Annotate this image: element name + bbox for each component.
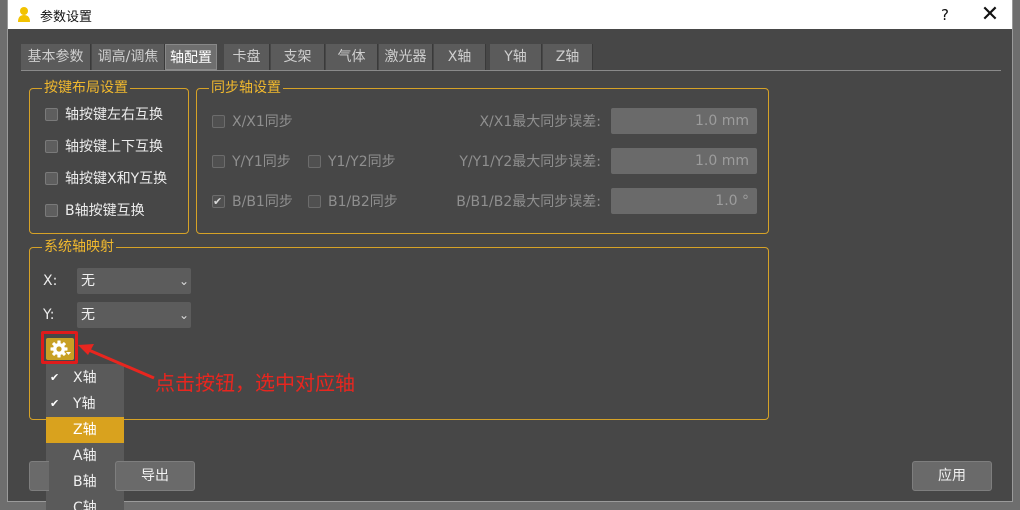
tab-y-axis[interactable]: Y轴 (490, 44, 542, 70)
annotation-text: 点击按钮，选中对应轴 (155, 371, 355, 395)
app-icon (18, 7, 30, 22)
y-map-label: Y: (43, 307, 55, 323)
sync-x-x1-option[interactable]: X/X1同步 (212, 112, 293, 132)
tab-chuck[interactable]: 卡盘 (224, 44, 270, 70)
checkbox[interactable] (212, 115, 225, 128)
sync-b-b1-option[interactable]: B/B1同步 (212, 192, 293, 212)
x-sync-error-input[interactable]: 1.0 mm (611, 108, 757, 134)
checkbox-checked[interactable] (212, 192, 225, 212)
axis-dropdown-menu: ✔ X轴 ✔ Y轴 Z轴 A轴 B轴 C轴 (46, 364, 124, 510)
menu-item-c-axis[interactable]: C轴 (46, 495, 124, 510)
y-sync-error-input[interactable]: 1.0 mm (611, 148, 757, 174)
export-button[interactable]: 导出 (115, 461, 195, 491)
sync-axis-title: 同步轴设置 (209, 80, 283, 96)
swap-b-axis-option[interactable]: B轴按键互换 (45, 201, 145, 221)
check-icon: ✔ (50, 371, 60, 384)
settings-window: 参数设置 ? ✕ 基本参数 调高/调焦 轴配置 卡盘 支架 气体 激光器 X轴 … (7, 0, 1013, 510)
sync-b1-b2-option[interactable]: B1/B2同步 (308, 192, 398, 212)
x-map-label: X: (43, 273, 58, 289)
checkbox[interactable] (308, 195, 321, 208)
x-sync-error-label: X/X1最大同步误差: (479, 114, 601, 130)
key-layout-group: 按键布局设置 轴按键左右互换 轴按键上下互换 轴按键X和Y互换 B轴按键互换 (29, 80, 189, 234)
tab-gas[interactable]: 气体 (326, 44, 378, 70)
axis-map-title: 系统轴映射 (42, 239, 116, 255)
chevron-down-icon: ⌄ (178, 274, 189, 288)
tab-laser[interactable]: 激光器 (379, 44, 433, 70)
sync-y-y1-option[interactable]: Y/Y1同步 (212, 152, 291, 172)
menu-item-y-axis[interactable]: ✔ Y轴 (46, 391, 124, 417)
tab-basic[interactable]: 基本参数 (21, 44, 91, 70)
annotation-arrow-icon (78, 344, 155, 380)
highlight-box (41, 331, 78, 364)
x-map-select[interactable]: 无 ⌄ (77, 268, 191, 294)
tab-x-axis[interactable]: X轴 (434, 44, 486, 70)
key-layout-title: 按键布局设置 (42, 80, 130, 96)
swap-left-right-option[interactable]: 轴按键左右互换 (45, 105, 163, 125)
y-sync-error-label: Y/Y1/Y2最大同步误差: (459, 154, 601, 170)
checkbox[interactable] (45, 204, 58, 217)
chevron-down-icon: ⌄ (178, 308, 189, 322)
sync-y1-y2-option[interactable]: Y1/Y2同步 (308, 152, 396, 172)
checkbox[interactable] (308, 155, 321, 168)
help-button[interactable]: ? (930, 3, 960, 27)
b-sync-error-input[interactable]: 1.0 ° (611, 188, 757, 214)
title-bar: 参数设置 ? ✕ (8, 0, 1012, 29)
tab-z-axis[interactable]: Z轴 (543, 44, 593, 70)
checkbox[interactable] (212, 155, 225, 168)
swap-up-down-option[interactable]: 轴按键上下互换 (45, 137, 163, 157)
sync-axis-group: 同步轴设置 X/X1同步 X/X1最大同步误差: 1.0 mm Y/Y1同步 Y… (196, 80, 769, 234)
menu-item-a-axis[interactable]: A轴 (46, 443, 124, 469)
checkbox[interactable] (45, 172, 58, 185)
swap-x-y-option[interactable]: 轴按键X和Y互换 (45, 169, 167, 189)
menu-item-z-axis[interactable]: Z轴 (46, 417, 124, 443)
tab-divider (21, 70, 1001, 71)
tab-support[interactable]: 支架 (271, 44, 325, 70)
b-sync-error-label: B/B1/B2最大同步误差: (456, 194, 601, 210)
tab-axis-config[interactable]: 轴配置 (165, 44, 217, 70)
check-icon: ✔ (50, 397, 60, 410)
apply-button[interactable]: 应用 (912, 461, 992, 491)
tab-height-focus[interactable]: 调高/调焦 (92, 44, 165, 70)
checkbox[interactable] (45, 140, 58, 153)
y-map-select[interactable]: 无 ⌄ (77, 302, 191, 328)
menu-item-b-axis[interactable]: B轴 (46, 469, 124, 495)
axis-map-group: 系统轴映射 X: 无 ⌄ Y: 无 ⌄ (29, 239, 769, 420)
checkbox[interactable] (45, 108, 58, 121)
close-button[interactable]: ✕ (974, 3, 1006, 27)
window-title: 参数设置 (40, 10, 93, 25)
import-button-partial[interactable] (29, 461, 49, 491)
